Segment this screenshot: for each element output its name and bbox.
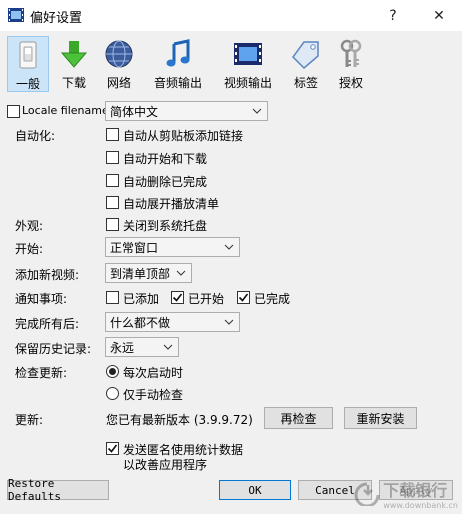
startup-select-value: 正常窗口 bbox=[110, 240, 159, 255]
chevron-down-icon bbox=[224, 241, 234, 251]
tab-license-label: 授权 bbox=[338, 76, 363, 90]
notifications-label: 通知事项: bbox=[15, 292, 68, 306]
startup-select[interactable]: 正常窗口 bbox=[105, 237, 240, 257]
locale-filename-label: Locale filename bbox=[22, 104, 109, 117]
tab-audio-output[interactable]: 音频输出 bbox=[150, 36, 206, 92]
automation-label: 自动化: bbox=[15, 129, 56, 143]
switch-icon bbox=[12, 39, 44, 71]
auto-clipboard-checkbox[interactable] bbox=[106, 128, 119, 141]
download-arrow-icon bbox=[58, 38, 90, 70]
keep-history-label: 保留历史记录: bbox=[15, 342, 92, 356]
tab-audio-output-label: 音频输出 bbox=[153, 76, 202, 90]
watermark: 下载银行 www.downbank.cn bbox=[354, 477, 458, 510]
notify-completed-checkbox[interactable] bbox=[237, 291, 250, 304]
chevron-down-icon bbox=[224, 316, 234, 326]
app-film-icon bbox=[8, 8, 24, 22]
check-updates-label: 检查更新: bbox=[15, 366, 68, 380]
check-manually-label: 仅手动检查 bbox=[123, 388, 184, 402]
check-manually-radio[interactable] bbox=[106, 387, 119, 400]
add-new-video-label: 添加新视频: bbox=[15, 268, 80, 282]
add-new-video-select[interactable]: 到清单顶部 bbox=[105, 263, 192, 283]
ok-button[interactable]: OK bbox=[219, 480, 291, 500]
watermark-logo-icon bbox=[354, 482, 380, 506]
update-status-text: 您已有最新版本 (3.9.9.72) bbox=[106, 413, 253, 427]
reinstall-button[interactable]: 重新安装 bbox=[344, 407, 417, 429]
checkmark-icon bbox=[107, 444, 118, 453]
notify-added-label: 已添加 bbox=[123, 292, 160, 306]
recheck-button[interactable]: 再检查 bbox=[264, 407, 333, 429]
after-all-done-label: 完成所有后: bbox=[15, 317, 80, 331]
keys-icon bbox=[335, 38, 367, 70]
auto-start-label: 自动开始和下载 bbox=[123, 152, 208, 166]
film-strip-icon bbox=[232, 38, 264, 70]
tab-tags-label: 标签 bbox=[293, 76, 318, 90]
keep-history-select-value: 永远 bbox=[110, 340, 135, 355]
auto-start-checkbox[interactable] bbox=[106, 151, 119, 164]
checkmark-icon bbox=[238, 293, 249, 302]
chevron-down-icon bbox=[163, 341, 173, 351]
globe-icon bbox=[103, 38, 135, 70]
close-to-tray-label: 关闭到系统托盘 bbox=[123, 219, 208, 233]
tab-download[interactable]: 下载 bbox=[56, 36, 92, 92]
notify-completed-label: 已完成 bbox=[254, 292, 291, 306]
tab-video-output[interactable]: 视频输出 bbox=[220, 36, 276, 92]
update-label: 更新: bbox=[15, 413, 44, 427]
tab-video-output-label: 视频输出 bbox=[223, 76, 272, 90]
checkmark-icon bbox=[172, 293, 183, 302]
notify-started-checkbox[interactable] bbox=[171, 291, 184, 304]
after-all-done-select-value: 什么都不做 bbox=[110, 315, 171, 330]
tab-tags[interactable]: 标签 bbox=[288, 36, 324, 92]
auto-remove-checkbox[interactable] bbox=[106, 174, 119, 187]
send-statistics-checkbox[interactable] bbox=[106, 442, 119, 455]
watermark-url: www.downbank.cn bbox=[383, 501, 458, 510]
keep-history-select[interactable]: 永远 bbox=[105, 337, 179, 357]
after-all-done-select[interactable]: 什么都不做 bbox=[105, 312, 240, 332]
add-new-video-select-value: 到清单顶部 bbox=[110, 266, 171, 281]
tab-license[interactable]: 授权 bbox=[333, 36, 369, 92]
close-to-tray-checkbox[interactable] bbox=[106, 218, 119, 231]
notify-started-label: 已开始 bbox=[188, 292, 225, 306]
auto-expand-playlist-checkbox[interactable] bbox=[106, 196, 119, 209]
music-note-icon bbox=[162, 38, 194, 70]
startup-label: 开始: bbox=[15, 242, 44, 256]
help-button[interactable]: ? bbox=[370, 0, 416, 31]
chevron-down-icon bbox=[252, 105, 262, 115]
auto-clipboard-label: 自动从剪贴板添加链接 bbox=[123, 129, 244, 143]
window-title: 偏好设置 bbox=[30, 11, 83, 26]
appearance-label: 外观: bbox=[15, 219, 44, 233]
language-select-value: 简体中文 bbox=[110, 104, 159, 119]
tab-network[interactable]: 网络 bbox=[101, 36, 137, 92]
restore-defaults-button[interactable]: Restore Defaults bbox=[7, 477, 109, 503]
locale-checkbox[interactable] bbox=[7, 105, 20, 118]
auto-expand-playlist-label: 自动展开播放清单 bbox=[123, 197, 220, 211]
send-statistics-label-2: 以改善应用程序 bbox=[123, 458, 208, 472]
close-button[interactable]: ✕ bbox=[416, 0, 462, 31]
notify-added-checkbox[interactable] bbox=[106, 291, 119, 304]
tab-network-label: 网络 bbox=[106, 76, 131, 90]
tag-icon bbox=[290, 38, 322, 70]
check-on-startup-radio[interactable] bbox=[106, 365, 119, 378]
auto-remove-label: 自动删除已完成 bbox=[123, 175, 208, 189]
tab-general[interactable]: 一般 bbox=[7, 36, 49, 92]
tab-download-label: 下载 bbox=[61, 76, 86, 90]
language-select[interactable]: 简体中文 bbox=[105, 101, 268, 121]
check-on-startup-label: 每次启动时 bbox=[123, 366, 184, 380]
watermark-text: 下载银行 bbox=[383, 481, 448, 500]
chevron-down-icon bbox=[176, 267, 186, 277]
tab-general-label: 一般 bbox=[15, 77, 40, 91]
